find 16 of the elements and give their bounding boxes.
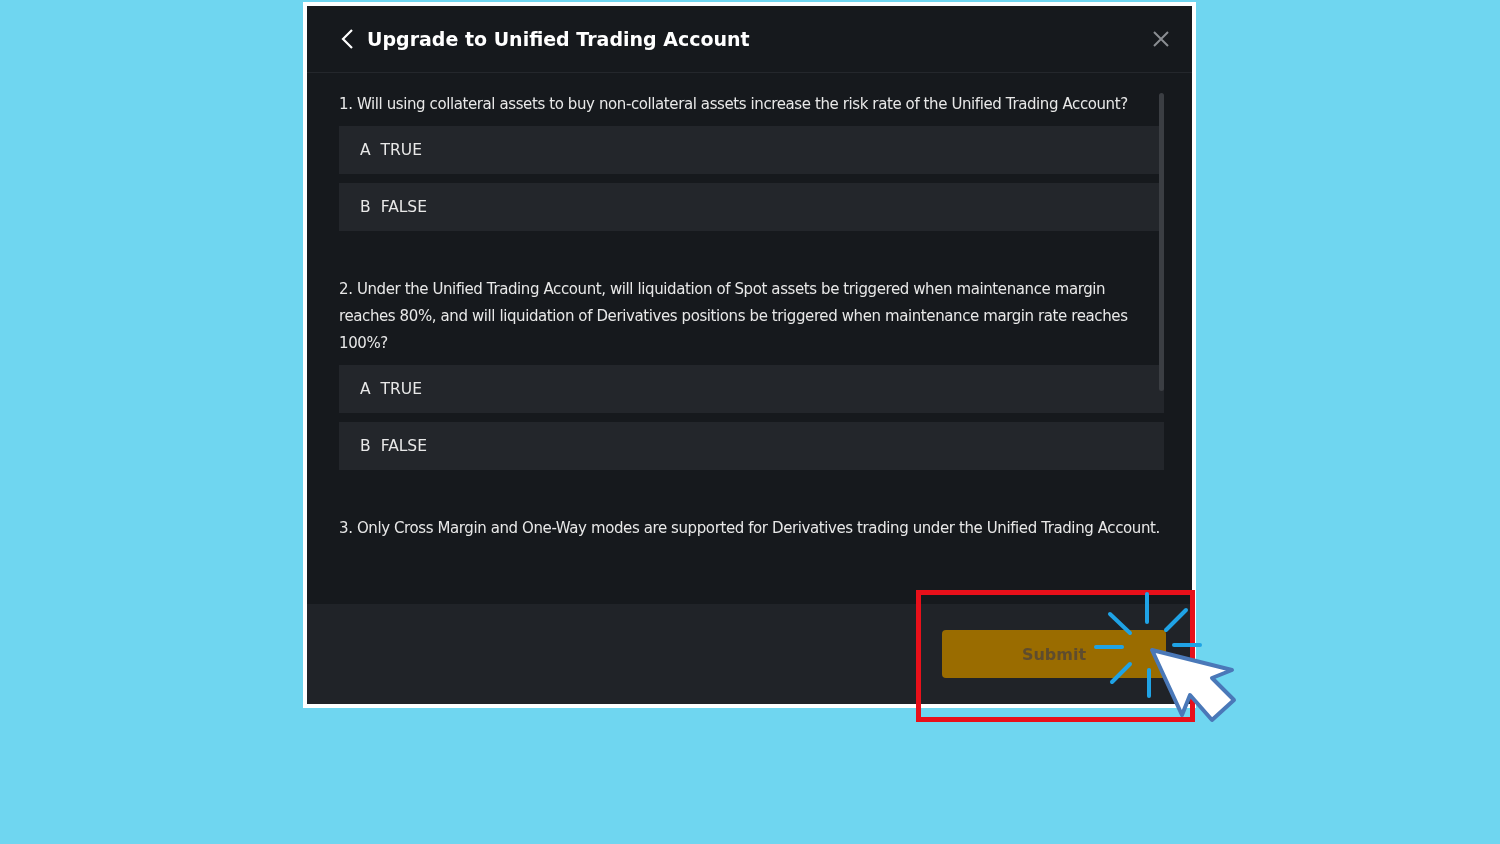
question-text: 3. Only Cross Margin and One-Way modes are supported for Derivatives trading under the Unified Trading Account. [339,518,1161,539]
question-text: 1. Will using collateral assets to buy non-collateral assets increase the risk rate of the Unified Trading Account? [339,94,1129,115]
question-text: 2. Under the Unified Trading Account, will liquidation of Spot assets be triggered when maintenance margin reaches 80%, and will liquidation of Derivatives positions be triggered when maintenance margin rate reaches 100%? [339,279,1129,354]
option-letter: B [360,437,371,455]
option-label: TRUE [380,141,422,159]
answer-option[interactable]: B FALSE [339,422,1164,470]
option-letter: B [360,198,371,216]
close-icon [1152,30,1170,48]
option-label: FALSE [380,198,427,216]
option-letter: A [360,380,371,398]
scrollbar[interactable] [1159,93,1164,391]
option-label: TRUE [380,380,422,398]
answer-option[interactable]: A TRUE [339,365,1164,413]
option-letter: A [360,141,371,159]
dialog-title: Upgrade to Unified Trading Account [367,28,751,50]
option-label: FALSE [380,437,427,455]
